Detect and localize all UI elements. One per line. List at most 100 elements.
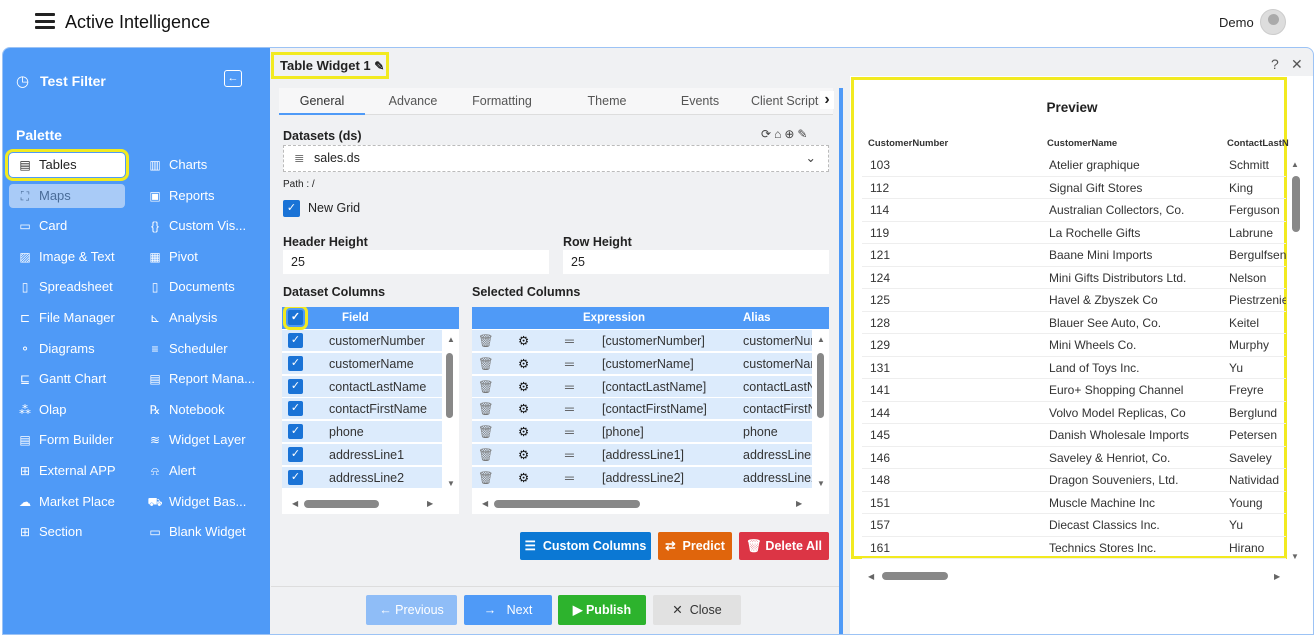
selected-column-row[interactable]: 🗑 ⚙ ═ [contactFirstName] contactFirstName xyxy=(472,398,812,421)
tabs-scroll-right-icon[interactable]: › xyxy=(820,91,834,109)
field-checkbox[interactable]: ✓ xyxy=(288,333,303,348)
palette-item-analysis[interactable]: ⊾ Analysis xyxy=(139,306,255,330)
trash-icon[interactable]: 🗑 xyxy=(478,421,494,442)
preview-horizontal-scrollbar[interactable] xyxy=(882,572,948,580)
splitter[interactable] xyxy=(839,88,843,634)
trash-icon[interactable]: 🗑 xyxy=(478,467,494,488)
selected-column-row[interactable]: 🗑 ⚙ ═ [addressLine1] addressLine1 xyxy=(472,444,812,466)
palette-item-custom-vis-[interactable]: {} Custom Vis... xyxy=(139,214,255,238)
dataset-select[interactable]: ≣ sales.ds ⌄ xyxy=(283,145,829,172)
trash-icon[interactable]: 🗑 xyxy=(478,444,494,465)
horizontal-scrollbar[interactable] xyxy=(494,500,640,508)
field-row[interactable]: ✓ phone xyxy=(282,421,442,444)
home-icon[interactable]: ⌂ xyxy=(774,127,784,141)
palette-item-notebook[interactable]: ℞ Notebook xyxy=(139,398,255,422)
scroll-right-icon[interactable]: ▶ xyxy=(427,499,433,508)
avatar[interactable] xyxy=(1260,9,1286,35)
row-height-input[interactable]: 25 xyxy=(563,250,829,274)
scroll-down-icon[interactable]: ▼ xyxy=(447,479,455,488)
gear-icon[interactable]: ⚙ xyxy=(518,330,529,351)
drag-handle-icon[interactable]: ═ xyxy=(565,421,574,442)
predict-button[interactable]: ⇄ Predict xyxy=(658,532,732,560)
palette-item-market-place[interactable]: ☁ Market Place xyxy=(9,490,125,514)
palette-item-alert[interactable]: ⍾ Alert xyxy=(139,459,255,483)
field-row[interactable]: ✓ addressLine1 xyxy=(282,444,442,466)
scroll-right-icon[interactable]: ▶ xyxy=(1274,572,1280,581)
gear-icon[interactable]: ⚙ xyxy=(518,353,529,374)
palette-item-section[interactable]: ⊞ Section xyxy=(9,520,125,544)
drag-handle-icon[interactable]: ═ xyxy=(565,467,574,488)
field-row[interactable]: ✓ addressLine2 xyxy=(282,466,442,489)
user-name[interactable]: Demo xyxy=(1219,15,1254,30)
field-checkbox[interactable]: ✓ xyxy=(288,424,303,440)
scroll-up-icon[interactable]: ▲ xyxy=(1291,160,1299,169)
scroll-down-icon[interactable]: ▼ xyxy=(1291,552,1299,561)
palette-item-widget-layer[interactable]: ≋ Widget Layer xyxy=(139,428,255,452)
drag-handle-icon[interactable]: ═ xyxy=(565,353,574,374)
new-grid-checkbox[interactable]: ✓ xyxy=(283,200,300,217)
selected-column-row[interactable]: 🗑 ⚙ ═ [phone] phone xyxy=(472,421,812,444)
drag-handle-icon[interactable]: ═ xyxy=(565,444,574,465)
close-dialog-icon[interactable]: ✕ xyxy=(1291,56,1303,73)
widget-title[interactable]: Table Widget 1 ✎ xyxy=(271,52,389,79)
vertical-scrollbar[interactable] xyxy=(446,353,453,418)
preview-column-header[interactable]: ContactLastN xyxy=(1227,138,1289,149)
scroll-down-icon[interactable]: ▼ xyxy=(817,479,825,488)
palette-item-tables[interactable]: ▤ Tables xyxy=(5,149,129,181)
tab-theme[interactable]: Theme xyxy=(564,88,650,115)
palette-item-spreadsheet[interactable]: ▯ Spreadsheet xyxy=(9,275,125,299)
hamburger-menu-icon[interactable] xyxy=(35,13,55,29)
drag-handle-icon[interactable]: ═ xyxy=(565,330,574,351)
next-button[interactable]: → Next xyxy=(464,595,552,625)
tab-events[interactable]: Events xyxy=(657,88,743,115)
field-checkbox[interactable]: ✓ xyxy=(288,355,303,371)
tab-advance[interactable]: Advance xyxy=(370,88,456,115)
scroll-left-icon[interactable]: ◀ xyxy=(482,499,488,508)
tab-general[interactable]: General xyxy=(279,88,365,115)
gear-icon[interactable]: ⚙ xyxy=(518,376,529,397)
gear-icon[interactable]: ⚙ xyxy=(518,398,529,419)
field-row[interactable]: ✓ contactLastName xyxy=(282,375,442,398)
add-icon[interactable]: ⊕ xyxy=(784,127,797,141)
close-button[interactable]: ✕ Close xyxy=(653,595,741,625)
scroll-up-icon[interactable]: ▲ xyxy=(447,335,455,344)
palette-item-diagrams[interactable]: ⚬ Diagrams xyxy=(9,337,125,361)
tab-client-script[interactable]: Client Script xyxy=(739,88,825,115)
drag-handle-icon[interactable]: ═ xyxy=(565,376,574,397)
preview-vertical-scrollbar[interactable] xyxy=(1292,176,1300,232)
collapse-sidebar-icon[interactable]: ← xyxy=(224,70,242,87)
selected-column-row[interactable]: 🗑 ⚙ ═ [customerNumber] customerNumber xyxy=(472,330,812,352)
previous-button[interactable]: ← Previous xyxy=(366,595,457,625)
field-checkbox[interactable]: ✓ xyxy=(288,378,303,394)
palette-item-pivot[interactable]: ▦ Pivot xyxy=(139,245,255,269)
palette-item-reports[interactable]: ▣ Reports xyxy=(139,184,255,208)
palette-item-image-text[interactable]: ▨ Image & Text xyxy=(9,245,125,269)
trash-icon[interactable]: 🗑 xyxy=(478,376,494,397)
field-checkbox[interactable]: ✓ xyxy=(288,469,303,485)
gear-icon[interactable]: ⚙ xyxy=(518,444,529,465)
palette-item-documents[interactable]: ▯ Documents xyxy=(139,275,255,299)
field-row[interactable]: ✓ contactFirstName xyxy=(282,398,442,421)
help-icon[interactable]: ? xyxy=(1271,56,1279,72)
trash-icon[interactable]: 🗑 xyxy=(478,398,494,419)
palette-item-form-builder[interactable]: ▤ Form Builder xyxy=(9,428,125,452)
scroll-left-icon[interactable]: ◀ xyxy=(868,572,874,581)
refresh-icon[interactable]: ⟳ xyxy=(761,127,774,141)
palette-item-card[interactable]: ▭ Card xyxy=(9,214,125,238)
custom-columns-button[interactable]: ☰ Custom Columns xyxy=(520,532,651,560)
palette-item-maps[interactable]: ⛶ Maps xyxy=(9,183,125,208)
field-row[interactable]: ✓ customerNumber xyxy=(282,330,442,352)
palette-item-report-mana-[interactable]: ▤ Report Mana... xyxy=(139,367,255,391)
gear-icon[interactable]: ⚙ xyxy=(518,421,529,442)
field-row[interactable]: ✓ customerName xyxy=(282,352,442,375)
palette-item-olap[interactable]: ⁂ Olap xyxy=(9,398,125,422)
trash-icon[interactable]: 🗑 xyxy=(478,353,494,374)
palette-item-gantt-chart[interactable]: ⊑ Gantt Chart xyxy=(9,367,125,391)
palette-item-blank-widget[interactable]: ▭ Blank Widget xyxy=(139,520,255,544)
preview-column-header[interactable]: CustomerName xyxy=(1047,138,1117,149)
scroll-up-icon[interactable]: ▲ xyxy=(817,335,825,344)
edit-icon[interactable]: ✎ xyxy=(374,59,384,73)
delete-all-button[interactable]: 🗑 Delete All xyxy=(739,532,829,560)
palette-item-file-manager[interactable]: ⊏ File Manager xyxy=(9,306,125,330)
select-all-checkbox[interactable]: ✓ xyxy=(283,307,308,330)
